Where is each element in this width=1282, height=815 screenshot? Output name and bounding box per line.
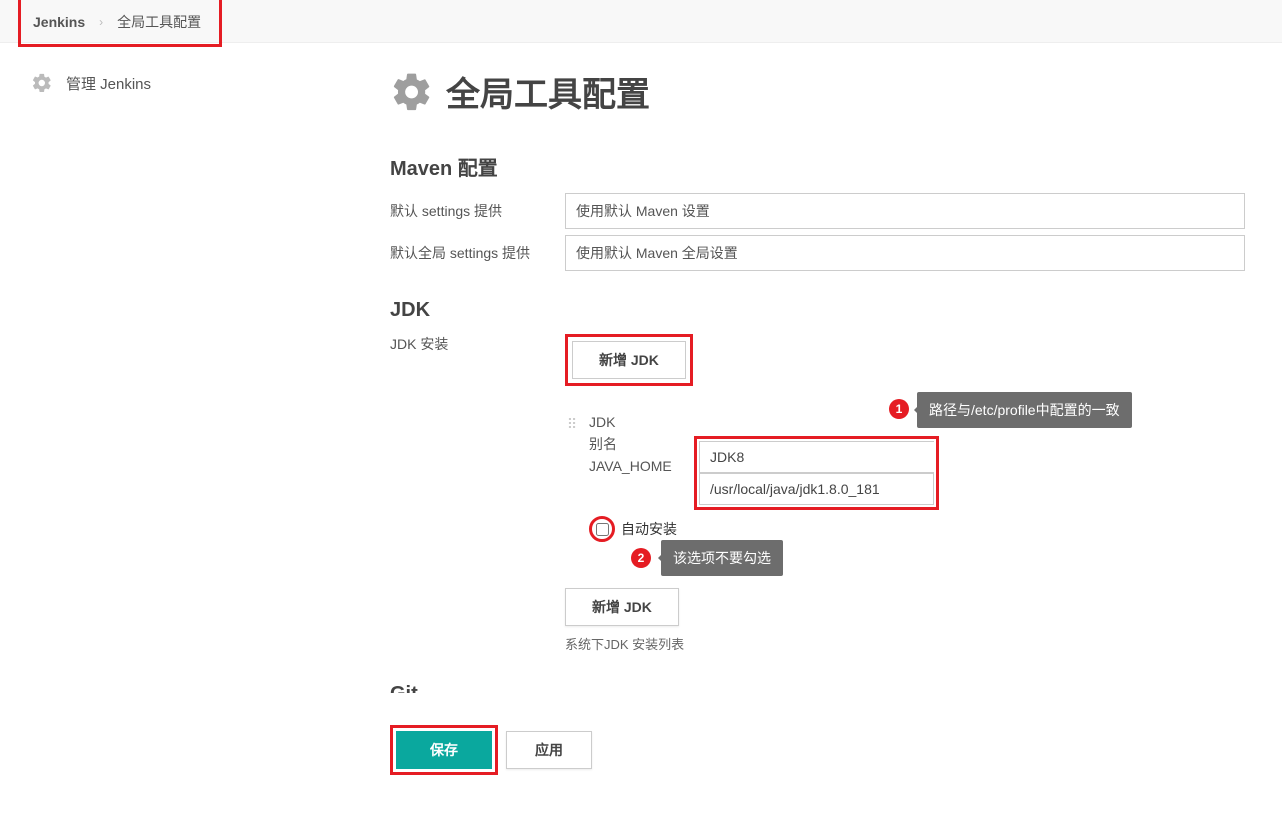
breadcrumb-bar: Jenkins › 全局工具配置	[0, 0, 1282, 43]
add-jdk-button[interactable]: 新增 JDK	[572, 341, 686, 379]
input-default-global-settings[interactable]	[565, 235, 1245, 271]
input-default-settings[interactable]	[565, 193, 1245, 229]
drag-handle-icon[interactable]: ⠿	[565, 414, 579, 542]
add-jdk-button-2[interactable]: 新增 JDK	[565, 588, 679, 626]
label-default-settings: 默认 settings 提供	[390, 201, 565, 221]
apply-button[interactable]: 应用	[506, 731, 592, 769]
main-content: 全局工具配置 Maven 配置 默认 settings 提供 默认全局 sett…	[390, 43, 1282, 815]
checkbox-auto-install[interactable]	[596, 523, 609, 536]
input-java-home[interactable]	[699, 473, 934, 505]
input-jdk-name[interactable]	[699, 441, 934, 473]
sidebar-item-label: 管理 Jenkins	[66, 73, 151, 94]
save-button[interactable]: 保存	[396, 731, 492, 769]
sidebar-item-manage-jenkins[interactable]: 管理 Jenkins	[30, 71, 390, 95]
page-title-row: 全局工具配置	[390, 67, 1262, 116]
callout-tooltip-2: 该选项不要勾选	[661, 540, 783, 576]
breadcrumb-root-link[interactable]: Jenkins	[33, 14, 85, 30]
jdk-inputs-highlight	[694, 436, 939, 510]
label-jdk-alias: 别名	[589, 434, 694, 454]
breadcrumb-highlight: Jenkins › 全局工具配置	[18, 0, 222, 47]
auto-install-highlight	[589, 516, 615, 542]
save-button-highlight: 保存	[390, 725, 498, 775]
breadcrumb-separator: ›	[99, 15, 103, 29]
section-title-jdk: JDK	[390, 299, 1262, 322]
label-java-home: JAVA_HOME	[589, 458, 694, 474]
label-jdk-name: JDK	[589, 414, 694, 430]
callout-tooltip-1: 路径与/etc/profile中配置的一致	[917, 392, 1132, 428]
sidebar: 管理 Jenkins	[0, 43, 390, 815]
add-jdk-highlight: 新增 JDK	[565, 334, 693, 386]
page-title: 全局工具配置	[446, 67, 650, 116]
gear-icon	[390, 70, 434, 114]
label-default-global-settings: 默认全局 settings 提供	[390, 243, 565, 263]
section-title-git-cutoff: Git	[390, 683, 1262, 693]
label-auto-install: 自动安装	[621, 519, 677, 539]
callout-badge-1: 1	[889, 399, 909, 419]
label-jdk-install: JDK 安装	[390, 334, 565, 354]
section-title-maven: Maven 配置	[390, 152, 1262, 181]
helper-text-jdk-list: 系统下JDK 安装列表	[565, 634, 1262, 653]
breadcrumb-current: 全局工具配置	[117, 12, 201, 32]
gear-icon	[30, 71, 54, 95]
callout-badge-2: 2	[631, 548, 651, 568]
